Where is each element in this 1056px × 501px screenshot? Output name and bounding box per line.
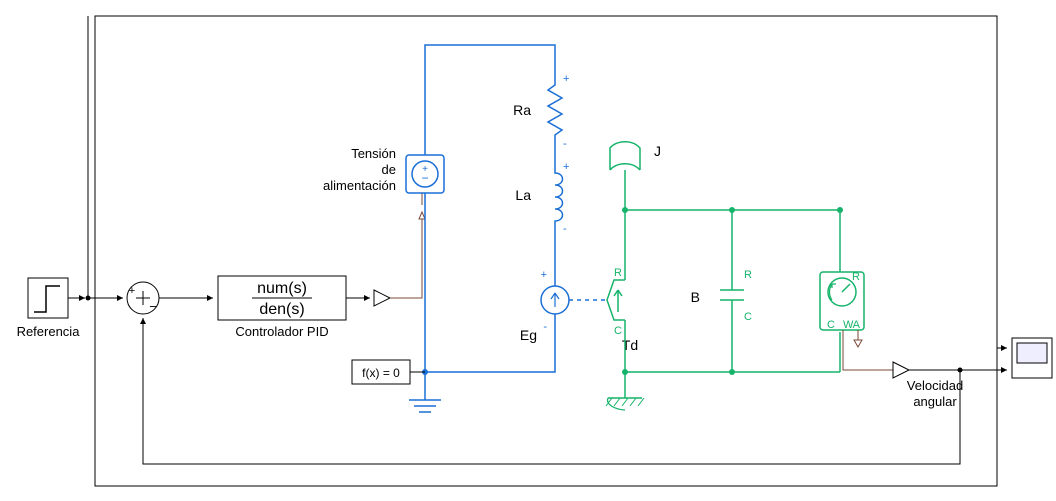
sensor-C: C (827, 319, 835, 331)
inductor-la[interactable]: + - (555, 161, 569, 235)
j-label: J (654, 143, 661, 159)
inertia-j[interactable] (610, 142, 640, 170)
sl-to-ps-converter[interactable] (374, 290, 390, 306)
torque-source-td[interactable] (607, 280, 625, 320)
ra-minus: - (563, 138, 567, 150)
eg-plus: + (541, 269, 547, 281)
sum-block[interactable]: + − (127, 282, 159, 314)
ra-plus: + (563, 73, 569, 85)
reference-label: Referencia (17, 324, 81, 339)
rotational-emf-eg[interactable]: + - (425, 269, 569, 372)
la-label: La (515, 187, 531, 203)
pid-controller-block[interactable]: num(s) den(s) (218, 276, 346, 320)
tf-num: num(s) (257, 280, 307, 297)
output-label-2: angular (913, 394, 957, 409)
eg-minus: - (543, 321, 547, 333)
scope-block[interactable] (1012, 338, 1052, 378)
b-label: B (691, 289, 700, 305)
pid-label: Controlador PID (235, 324, 328, 339)
ps-to-sl-converter[interactable] (893, 362, 909, 378)
td-C: C (614, 325, 622, 337)
tf-den: den(s) (259, 301, 304, 318)
sum-minus: − (149, 299, 157, 314)
ra-label: Ra (513, 102, 531, 118)
mechanical-reference[interactable] (606, 372, 644, 410)
eg-label: Eg (520, 327, 537, 343)
controlled-voltage-source[interactable]: + − (406, 155, 444, 193)
vsrc-label-2: de (382, 162, 396, 177)
resistor-ra[interactable]: + - (548, 73, 569, 150)
vsrc-label-3: alimentación (323, 178, 396, 193)
vsrc-label-1: Tensión (351, 146, 396, 161)
electrical-ground[interactable] (409, 400, 441, 412)
b-C: C (744, 311, 752, 323)
b-R: R (744, 269, 752, 281)
vsrc-minus: − (421, 171, 428, 185)
damper-b[interactable] (720, 210, 744, 372)
simulink-control-diagram: Referencia + − num(s) den(s) Controlador… (0, 0, 1056, 501)
sensor-A: A (853, 319, 861, 331)
la-minus: - (563, 223, 567, 235)
la-plus: + (563, 161, 569, 173)
step-reference-block[interactable] (28, 278, 68, 318)
output-label-1: Velocidad (907, 378, 963, 393)
sensor-R: R (852, 271, 860, 283)
td-R: R (614, 267, 622, 279)
solver-label: f(x) = 0 (362, 366, 400, 380)
sum-plus: + (129, 285, 135, 297)
